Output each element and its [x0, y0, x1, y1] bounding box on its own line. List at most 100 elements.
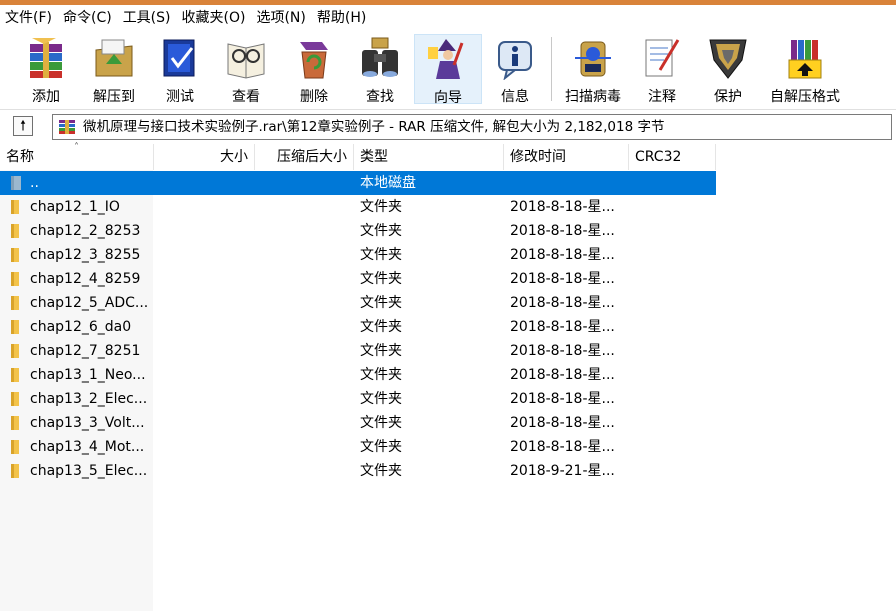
info-button[interactable]: 信息	[489, 34, 541, 105]
file-type: 文件夹	[360, 223, 402, 239]
column-header: 名称 ˄ 大小 压缩后大小 类型 修改时间 CRC32	[0, 142, 896, 170]
list-item[interactable]: chap12_2_8253 文件夹 2018-8-18-星...	[0, 219, 716, 243]
file-name: chap12_2_8253	[30, 223, 141, 239]
file-date: 2018-8-18-星...	[510, 367, 615, 383]
file-type: 文件夹	[360, 367, 402, 383]
file-type: 本地磁盘	[360, 175, 416, 191]
list-item[interactable]: chap12_5_ADC... 文件夹 2018-8-18-星...	[0, 291, 716, 315]
menu-bar: 文件(F) 命令(C) 工具(S) 收藏夹(O) 选项(N) 帮助(H)	[0, 5, 896, 31]
file-name: chap13_1_Neo...	[30, 367, 146, 383]
protect-icon	[706, 36, 750, 80]
folder-icon	[11, 248, 19, 262]
column-crc32[interactable]: CRC32	[629, 144, 716, 170]
folder-icon	[11, 416, 19, 430]
delete-button[interactable]: 删除	[288, 34, 340, 105]
folder-icon	[11, 440, 19, 454]
column-type-label: 类型	[360, 149, 388, 165]
column-type[interactable]: 类型	[354, 144, 504, 170]
column-modified-label: 修改时间	[510, 149, 566, 165]
virus-scan-label: 扫描病毒	[565, 89, 621, 105]
menu-favorites[interactable]: 收藏夹(O)	[177, 5, 251, 31]
protect-button[interactable]: 保护	[702, 34, 754, 105]
test-archive-icon	[158, 36, 202, 80]
column-modified[interactable]: 修改时间	[504, 144, 629, 170]
comment-icon	[640, 36, 684, 80]
list-item[interactable]: chap12_1_IO 文件夹 2018-8-18-星...	[0, 195, 716, 219]
file-date: 2018-8-18-星...	[510, 343, 615, 359]
rar-archive-icon	[59, 120, 75, 134]
parent-folder-icon	[11, 176, 21, 190]
add-button[interactable]: 添加	[14, 34, 78, 105]
file-list[interactable]: 名称 ˄ 大小 压缩后大小 类型 修改时间 CRC32 .. 本地磁盘 chap…	[0, 142, 896, 611]
up-folder-button[interactable]: 🠕	[13, 116, 33, 136]
list-item[interactable]: chap12_3_8255 文件夹 2018-8-18-星...	[0, 243, 716, 267]
comment-button[interactable]: 注释	[636, 34, 688, 105]
column-name-label: 名称	[6, 149, 34, 165]
file-date: 2018-8-18-星...	[510, 223, 615, 239]
file-type: 文件夹	[360, 415, 402, 431]
column-size-label: 大小	[220, 149, 248, 165]
test-button[interactable]: 测试	[154, 34, 206, 105]
column-name[interactable]: 名称 ˄	[0, 142, 154, 170]
add-archive-icon	[24, 36, 68, 80]
folder-icon	[11, 200, 19, 214]
list-item[interactable]: chap12_6_da0 文件夹 2018-8-18-星...	[0, 315, 716, 339]
folder-icon	[11, 392, 19, 406]
find-button[interactable]: 查找	[354, 34, 406, 105]
list-item[interactable]: chap12_4_8259 文件夹 2018-8-18-星...	[0, 267, 716, 291]
list-item[interactable]: chap13_5_Elec... 文件夹 2018-9-21-星...	[0, 459, 716, 483]
file-name: chap12_7_8251	[30, 343, 141, 359]
list-item-parent[interactable]: .. 本地磁盘	[0, 171, 716, 195]
menu-help[interactable]: 帮助(H)	[312, 5, 371, 31]
file-date: 2018-8-18-星...	[510, 391, 615, 407]
file-type: 文件夹	[360, 199, 402, 215]
file-type: 文件夹	[360, 319, 402, 335]
wizard-button[interactable]: 向导	[414, 34, 482, 106]
menu-tools[interactable]: 工具(S)	[118, 5, 176, 31]
menu-commands[interactable]: 命令(C)	[58, 5, 117, 31]
column-crc32-label: CRC32	[635, 149, 682, 165]
menu-file[interactable]: 文件(F)	[0, 5, 57, 31]
list-item[interactable]: chap13_1_Neo... 文件夹 2018-8-18-星...	[0, 363, 716, 387]
file-date: 2018-8-18-星...	[510, 415, 615, 431]
column-size[interactable]: 大小	[154, 144, 255, 170]
file-name: chap13_5_Elec...	[30, 463, 148, 479]
extract-to-button[interactable]: 解压到	[84, 34, 144, 105]
extract-to-label: 解压到	[93, 89, 135, 105]
sfx-button[interactable]: 自解压格式	[764, 34, 846, 105]
sort-ascending-icon: ˄	[74, 142, 79, 153]
menu-options[interactable]: 选项(N)	[251, 5, 310, 31]
file-type: 文件夹	[360, 271, 402, 287]
protect-label: 保护	[714, 89, 742, 105]
virus-scan-button[interactable]: 扫描病毒	[558, 34, 628, 105]
file-type: 文件夹	[360, 247, 402, 263]
file-date: 2018-8-18-星...	[510, 199, 615, 215]
file-type: 文件夹	[360, 343, 402, 359]
info-label: 信息	[501, 89, 529, 105]
virus-scan-icon	[571, 36, 615, 80]
find-label: 查找	[366, 89, 394, 105]
file-date: 2018-8-18-星...	[510, 295, 615, 311]
extract-to-icon	[92, 36, 136, 80]
folder-icon	[11, 224, 19, 238]
list-item[interactable]: chap12_7_8251 文件夹 2018-8-18-星...	[0, 339, 716, 363]
add-label: 添加	[32, 89, 60, 105]
file-date: 2018-8-18-星...	[510, 271, 615, 287]
folder-icon	[11, 344, 19, 358]
file-name: chap12_3_8255	[30, 247, 141, 263]
sfx-label: 自解压格式	[770, 89, 840, 105]
view-button[interactable]: 查看	[220, 34, 272, 105]
toolbar-separator	[551, 37, 552, 101]
list-item[interactable]: chap13_3_Volt... 文件夹 2018-8-18-星...	[0, 411, 716, 435]
file-type: 文件夹	[360, 439, 402, 455]
view-label: 查看	[232, 89, 260, 105]
comment-label: 注释	[648, 89, 676, 105]
file-name: chap13_4_Mot...	[30, 439, 145, 455]
file-name: chap12_6_da0	[30, 319, 132, 335]
list-item[interactable]: chap13_2_Elec... 文件夹 2018-8-18-星...	[0, 387, 716, 411]
wizard-icon	[426, 37, 470, 81]
column-packed-size[interactable]: 压缩后大小	[255, 144, 354, 170]
list-item[interactable]: chap13_4_Mot... 文件夹 2018-8-18-星...	[0, 435, 716, 459]
info-icon	[493, 36, 537, 81]
path-field[interactable]: 微机原理与接口技术实验例子.rar\第12章实验例子 - RAR 压缩文件, 解…	[52, 114, 892, 140]
